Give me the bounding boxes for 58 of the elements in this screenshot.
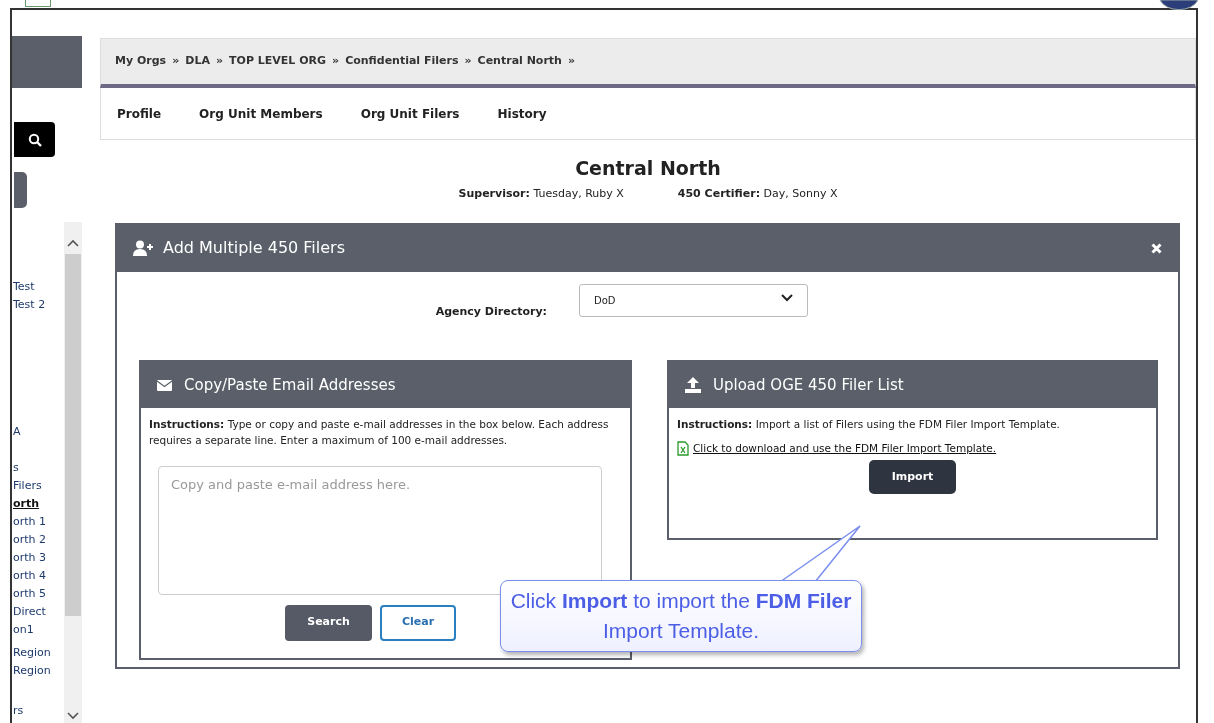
agency-select[interactable]: DoD <box>579 284 808 318</box>
sidebar-header <box>12 36 82 88</box>
instructions-text: Instructions: Type or copy and paste e-mail addresses in the box below. Each address requires a separate line. Enter a maximum of 100 e-mail addresses. <box>149 417 610 448</box>
download-link[interactable]: Click to download and use the FDM Filer Import Template. <box>693 440 997 456</box>
search-button[interactable]: Search <box>285 604 372 641</box>
sidebar-item[interactable]: orth 4 <box>12 567 64 585</box>
sidebar-item[interactable]: Filers <box>12 477 64 495</box>
breadcrumb-separator: » <box>567 53 576 70</box>
breadcrumb-link[interactable]: Central North <box>477 53 562 70</box>
instructions-text: Instructions: Import a list of Filers using the FDM Filer Import Template. <box>677 417 1061 432</box>
sidebar-item[interactable]: orth 5 <box>12 585 64 603</box>
certifier-text: 450 Certifier: Day, Sonny X <box>677 186 838 202</box>
sidebar-item[interactable]: Test 2 <box>12 296 64 314</box>
search-icon <box>27 132 42 147</box>
callout-text: Click Import to import the FDM Filer Import Template. <box>500 580 862 652</box>
sidebar-item[interactable]: s <box>12 459 64 477</box>
tab[interactable]: Org Unit Filers <box>360 104 460 123</box>
search-button[interactable] <box>14 122 55 157</box>
scroll-down-icon[interactable] <box>67 711 79 721</box>
sidebar-item[interactable]: orth 2 <box>12 531 64 549</box>
sidebar-item[interactable]: rs <box>12 702 64 720</box>
sidebar-item[interactable]: Region <box>12 644 64 662</box>
breadcrumb-separator: » <box>172 53 180 70</box>
scrollbar[interactable] <box>64 222 82 723</box>
close-icon[interactable] <box>1151 242 1162 254</box>
sidebar-item[interactable]: orth 3 <box>12 549 64 567</box>
panel-title: Copy/Paste Email Addresses <box>184 374 396 396</box>
scroll-up-icon[interactable] <box>67 238 79 248</box>
supervisor-text: Supervisor: Tuesday, Ruby X <box>458 186 624 202</box>
sidebar-item[interactable]: orth <box>12 495 64 513</box>
breadcrumb-separator: » <box>332 53 340 70</box>
breadcrumb-link[interactable]: My Orgs <box>115 53 167 70</box>
sidebar-item[interactable]: Region <box>12 662 64 680</box>
import-button[interactable]: Import <box>869 460 956 494</box>
breadcrumb-separator: » <box>215 53 224 70</box>
panel-title: Upload OGE 450 Filer List <box>713 374 904 396</box>
field-label: Agency Directory: <box>434 303 547 320</box>
modal-title: Add Multiple 450 Filers <box>163 237 345 259</box>
sidebar-item[interactable]: Direct <box>12 603 64 621</box>
upload-icon <box>685 377 701 393</box>
spreadsheet-icon <box>677 440 689 456</box>
tab[interactable]: Org Unit Members <box>199 104 323 123</box>
tab[interactable]: Profile <box>117 104 162 123</box>
org-title: Central North <box>574 156 722 180</box>
chevron-icon <box>781 293 793 303</box>
sidebar-button[interactable] <box>14 172 27 208</box>
sidebar-item[interactable]: Test <box>12 278 64 296</box>
clear-button[interactable]: Clear <box>380 604 456 641</box>
sidebar-item[interactable]: on1 <box>12 621 64 639</box>
breadcrumb-separator: » <box>464 53 472 70</box>
tab[interactable]: History <box>497 104 547 123</box>
breadcrumb-link[interactable]: TOP LEVEL ORG <box>229 53 327 70</box>
sidebar-item[interactable]: A <box>12 423 64 441</box>
breadcrumb-link[interactable]: DLA <box>185 53 210 70</box>
add-user-icon <box>133 240 155 256</box>
sidebar-item[interactable]: orth 1 <box>12 513 64 531</box>
breadcrumb-link[interactable]: Confidential Filers <box>345 53 459 70</box>
envelope-icon <box>157 379 172 391</box>
